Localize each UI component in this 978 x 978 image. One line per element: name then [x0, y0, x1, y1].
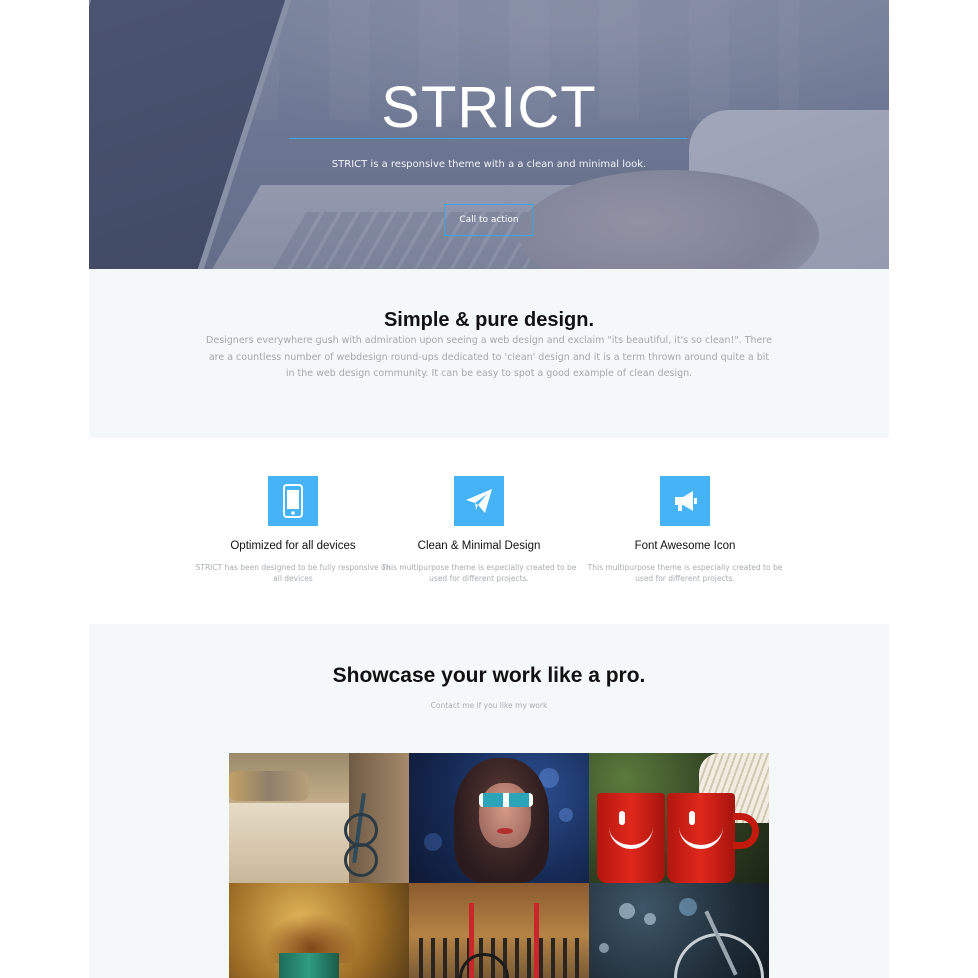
- gallery-item-bicycle-bokeh[interactable]: [589, 883, 769, 978]
- hero-section: STRICT STRICT is a responsive theme with…: [89, 0, 889, 269]
- feature-text: This multipurpose theme is especially cr…: [381, 563, 577, 583]
- feature-design: Clean & Minimal Design This multipurpose…: [379, 476, 579, 584]
- feature-title: Clean & Minimal Design: [417, 540, 541, 552]
- bullhorn-icon: [660, 476, 710, 526]
- hero-subtitle: STRICT is a responsive theme with a a cl…: [331, 159, 647, 170]
- gallery-item-splash-cup[interactable]: [229, 883, 409, 978]
- gallery-item-woman-sunglasses[interactable]: [409, 753, 589, 883]
- feature-title: Optimized for all devices: [230, 540, 356, 552]
- showcase-subtitle: Contact me if you like my work: [430, 701, 548, 710]
- feature-devices: Optimized for all devices STRICT has bee…: [193, 476, 393, 584]
- feature-text: This multipurpose theme is especially cr…: [587, 563, 783, 583]
- showcase-section: Showcase your work like a pro. Contact m…: [89, 624, 889, 978]
- feature-title: Font Awesome Icon: [634, 540, 736, 552]
- portfolio-gallery: [229, 753, 769, 978]
- page: STRICT STRICT is a responsive theme with…: [89, 0, 889, 978]
- hero-divider: [289, 138, 687, 139]
- intro-section: Simple & pure design. Designers everywhe…: [89, 269, 889, 438]
- feature-text: STRICT has been designed to be fully res…: [195, 563, 391, 583]
- gallery-item-street-bicycle[interactable]: [229, 753, 409, 883]
- mobile-phone-icon: [268, 476, 318, 526]
- hero-title: STRICT: [381, 75, 597, 140]
- hero-content: STRICT STRICT is a responsive theme with…: [89, 0, 889, 269]
- showcase-title: Showcase your work like a pro.: [332, 664, 646, 687]
- call-to-action-button[interactable]: Call to action: [444, 204, 534, 236]
- intro-text: Designers everywhere gush with admiratio…: [206, 335, 772, 379]
- intro-title: Simple & pure design.: [383, 309, 595, 331]
- feature-icon-font: Font Awesome Icon This multipurpose them…: [585, 476, 785, 584]
- features-section: Optimized for all devices STRICT has bee…: [89, 438, 889, 624]
- gallery-item-red-mugs[interactable]: [589, 753, 769, 883]
- paper-plane-icon: [454, 476, 504, 526]
- gallery-item-red-bike[interactable]: [409, 883, 589, 978]
